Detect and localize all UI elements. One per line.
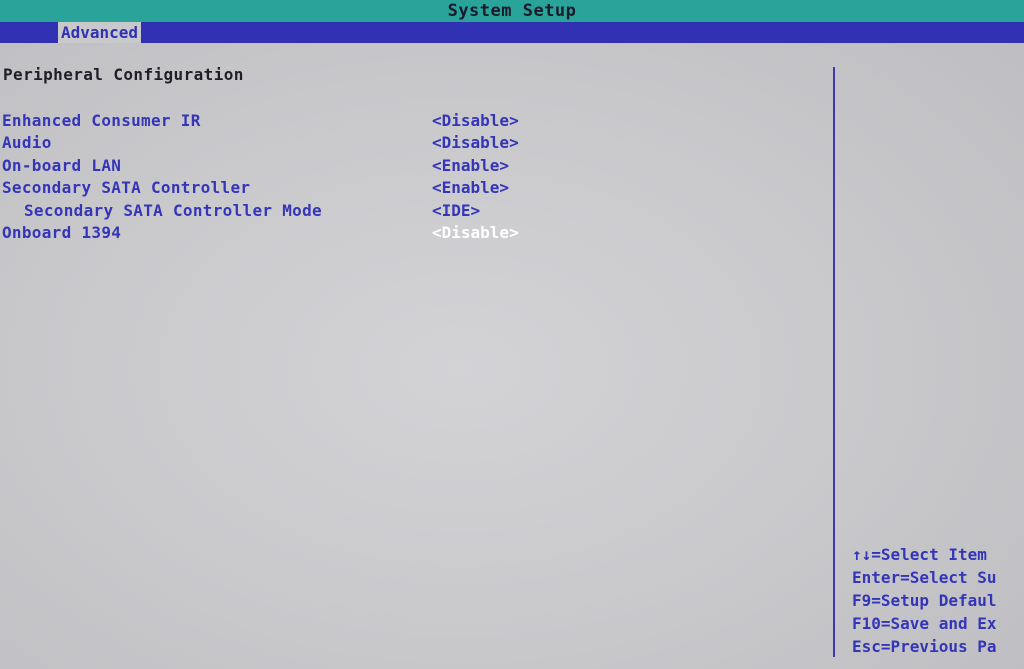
setting-value[interactable]: <IDE> (432, 200, 480, 222)
setting-row-audio[interactable]: Audio <Disable> (0, 132, 834, 154)
bios-screen: System Setup Advanced Peripheral Configu… (0, 0, 1024, 669)
setting-value[interactable]: <Enable> (432, 177, 509, 199)
setting-row-onboard-lan[interactable]: On-board LAN <Enable> (0, 155, 834, 177)
window-title: System Setup (0, 0, 1024, 22)
panel-divider (833, 67, 835, 657)
help-panel: ↑↓=Select Item Enter=Select Su F9=Setup … (836, 43, 1024, 669)
setting-value[interactable]: <Disable> (432, 132, 519, 154)
key-help-f9: F9=Setup Defaul (852, 591, 997, 610)
setting-label: Enhanced Consumer IR (2, 111, 201, 130)
setting-row-onboard-1394[interactable]: Onboard 1394 <Disable> (0, 222, 834, 244)
settings-panel: Peripheral Configuration Enhanced Consum… (0, 43, 834, 669)
setting-label: Audio (2, 133, 52, 152)
setting-label: On-board LAN (2, 156, 122, 175)
setting-label: Secondary SATA Controller (2, 178, 251, 197)
key-help-f10: F10=Save and Ex (852, 614, 997, 633)
setting-label: Onboard 1394 (2, 223, 122, 242)
setting-value[interactable]: <Disable> (432, 110, 519, 132)
section-title: Peripheral Configuration (3, 65, 244, 84)
tab-advanced[interactable]: Advanced (58, 22, 142, 43)
setting-row-secondary-sata-controller[interactable]: Secondary SATA Controller <Enable> (0, 177, 834, 199)
setting-value-selected[interactable]: <Disable> (432, 222, 519, 244)
setting-row-enhanced-consumer-ir[interactable]: Enhanced Consumer IR <Disable> (0, 110, 834, 132)
setting-row-secondary-sata-controller-mode[interactable]: Secondary SATA Controller Mode <IDE> (0, 200, 834, 222)
key-help-esc: Esc=Previous Pa (852, 637, 997, 656)
key-help-enter: Enter=Select Su (852, 568, 997, 587)
setting-label: Secondary SATA Controller Mode (24, 201, 322, 220)
key-help-select-item: ↑↓=Select Item (852, 545, 987, 564)
menu-bar: Advanced (0, 22, 1024, 43)
key-help-list: ↑↓=Select Item Enter=Select Su F9=Setup … (852, 543, 1024, 658)
setting-value[interactable]: <Enable> (432, 155, 509, 177)
